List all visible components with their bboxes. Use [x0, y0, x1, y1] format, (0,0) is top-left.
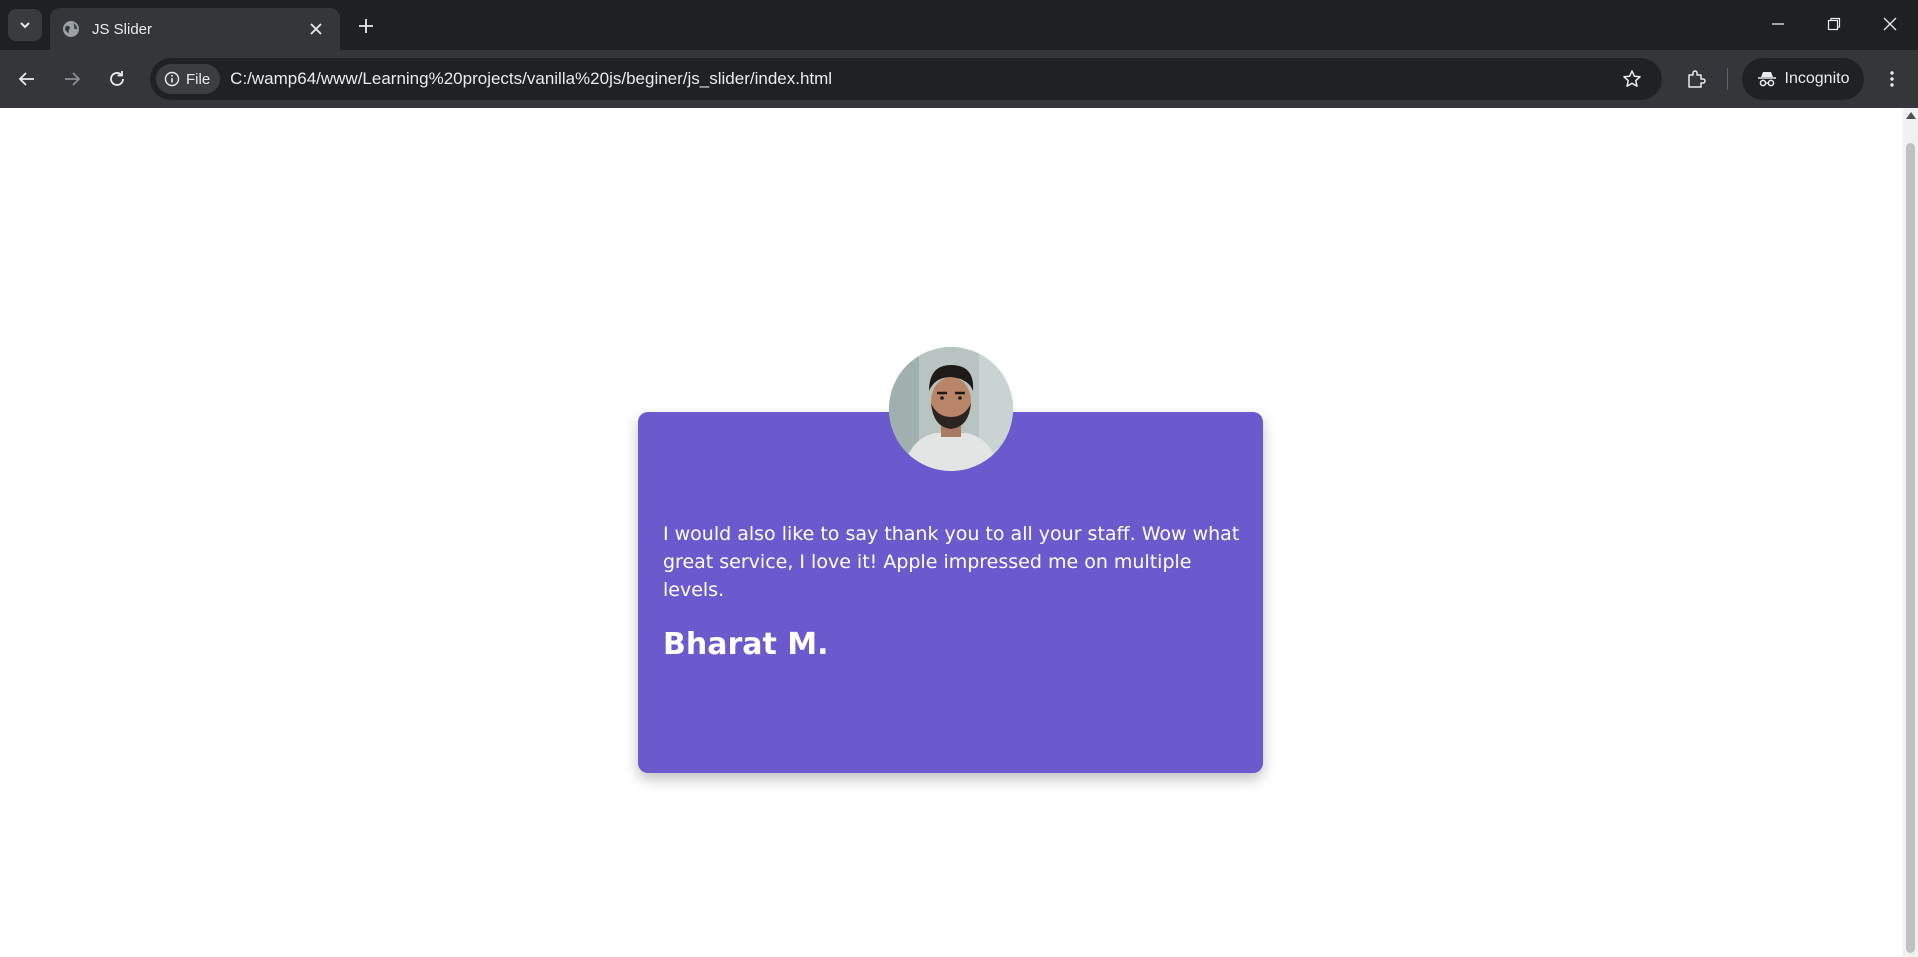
back-arrow-icon	[18, 72, 34, 86]
scroll-up-arrow-icon[interactable]	[1906, 112, 1916, 119]
star-icon	[1623, 70, 1641, 87]
globe-icon	[62, 20, 80, 38]
forward-arrow-icon	[65, 72, 81, 86]
page-viewport: I would also like to say thank you to al…	[0, 108, 1918, 957]
forward-button[interactable]	[56, 63, 88, 95]
url-text[interactable]: C:/wamp64/www/Learning%20projects/vanill…	[230, 69, 1616, 89]
site-chip-label: File	[186, 70, 211, 88]
chevron-down-icon	[20, 22, 30, 29]
address-bar[interactable]: File C:/wamp64/www/Learning%20projects/v…	[150, 58, 1662, 100]
browser-tab[interactable]: JS Slider	[50, 8, 340, 50]
close-icon	[310, 23, 322, 35]
tab-title: JS Slider	[92, 20, 153, 38]
incognito-profile-button[interactable]: Incognito	[1742, 58, 1864, 100]
restore-button[interactable]	[1814, 8, 1854, 40]
extensions-button[interactable]	[1680, 63, 1712, 95]
window-close-button[interactable]	[1870, 8, 1910, 40]
scrollbar-thumb[interactable]	[1906, 143, 1915, 953]
minimize-button[interactable]	[1758, 8, 1798, 40]
vertical-scrollbar[interactable]	[1903, 108, 1918, 957]
bookmark-button[interactable]	[1616, 63, 1648, 95]
testimonial-avatar	[889, 347, 1013, 471]
plus-icon	[359, 19, 373, 33]
testimonial-quote: I would also like to say thank you to al…	[663, 523, 1240, 601]
minimize-icon	[1772, 23, 1784, 25]
tab-search-button[interactable]	[8, 9, 42, 41]
kebab-menu-icon	[1890, 71, 1894, 87]
back-button[interactable]	[11, 63, 43, 95]
browser-toolbar: File C:/wamp64/www/Learning%20projects/v…	[0, 50, 1918, 108]
incognito-icon	[1757, 72, 1776, 87]
window-close-icon	[1883, 17, 1897, 31]
tab-close-button[interactable]	[304, 17, 328, 41]
new-tab-button[interactable]	[352, 12, 380, 40]
tab-strip: JS Slider	[0, 0, 1918, 50]
incognito-label: Incognito	[1784, 70, 1850, 87]
toolbar-separator	[1727, 68, 1728, 90]
site-info-chip[interactable]: File	[156, 64, 221, 94]
person-photo-icon	[889, 347, 1013, 471]
reload-icon	[110, 71, 124, 86]
extensions-icon	[1688, 70, 1706, 88]
browser-menu-button[interactable]	[1876, 63, 1908, 95]
info-icon	[164, 71, 180, 87]
testimonial-author: Bharat M.	[663, 627, 829, 662]
restore-icon	[1827, 17, 1841, 31]
reload-button[interactable]	[101, 63, 133, 95]
